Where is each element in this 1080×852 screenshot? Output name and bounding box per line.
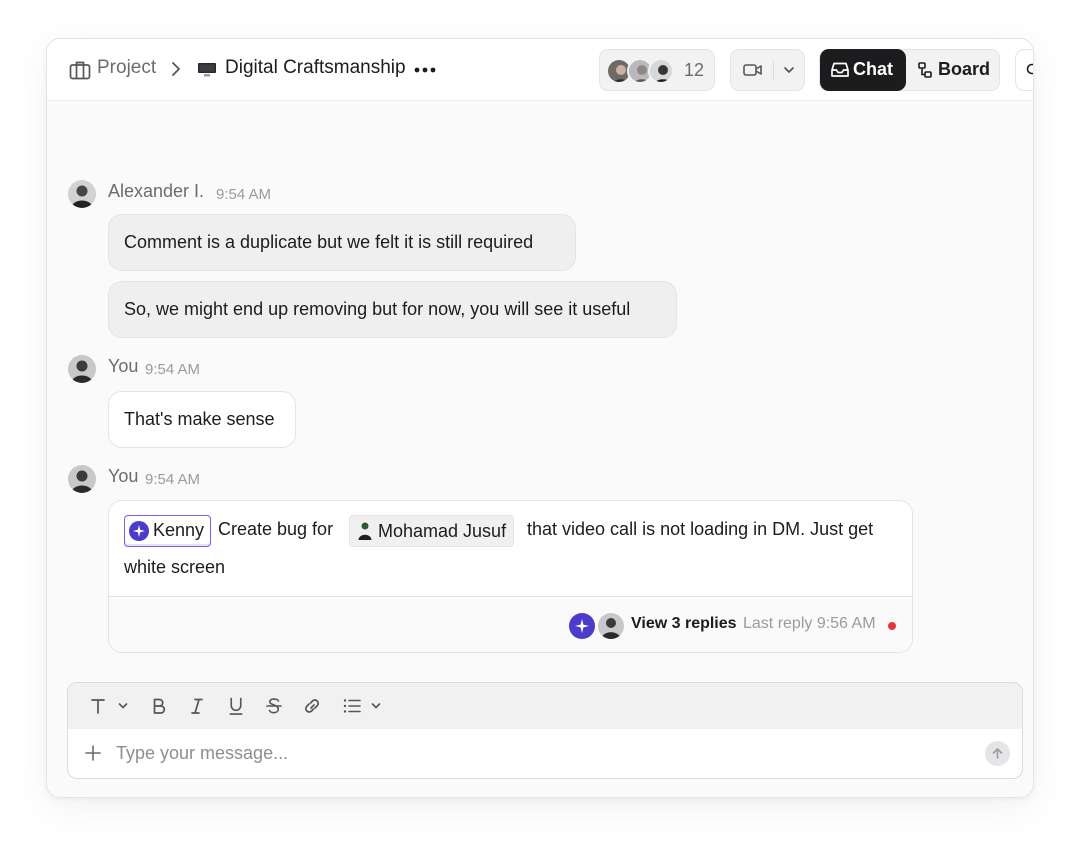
chat-window: Project Digital Craftsmanship 12 Chat Bo… <box>46 38 1034 798</box>
italic-icon[interactable] <box>190 696 204 716</box>
bold-icon[interactable] <box>152 696 166 716</box>
chevron-down-icon[interactable] <box>371 702 381 710</box>
chevron-down-icon[interactable] <box>783 66 795 75</box>
message-author[interactable]: Alexander I. <box>108 181 204 202</box>
message-text-segment: that video call is not loading in DM. Ju… <box>527 519 874 539</box>
format-toolbar <box>68 683 1022 729</box>
avatar <box>68 180 96 208</box>
message-composer <box>67 682 1023 779</box>
text-style-icon[interactable] <box>91 696 105 716</box>
mention-user[interactable]: Mohamad Jusuf <box>349 515 515 547</box>
message-bubble: So, we might end up removing but for now… <box>108 281 677 338</box>
avatar <box>68 355 96 383</box>
search-icon <box>1026 63 1033 75</box>
sparkle-icon <box>129 521 149 541</box>
message-text: Kenny Create bug for Mohamad Jusuf that … <box>124 515 904 547</box>
arrow-up-icon <box>992 748 1003 759</box>
members-button[interactable]: 12 <box>599 49 715 91</box>
message-bubble: Comment is a duplicate but we felt it is… <box>108 214 576 271</box>
last-reply-time: Last reply 9:56 AM <box>743 615 876 632</box>
underline-icon[interactable] <box>228 696 244 716</box>
message-author[interactable]: You <box>108 356 138 377</box>
link-icon[interactable] <box>303 696 321 716</box>
view-replies-link[interactable]: View 3 replies <box>631 615 737 633</box>
message-time: 9:54 AM <box>216 186 272 203</box>
message-bubble: That's make sense <box>108 391 296 448</box>
briefcase-icon <box>69 61 91 80</box>
mention-user-label: Mohamad Jusuf <box>378 521 507 541</box>
members-count: 12 <box>684 60 705 80</box>
chevron-down-icon[interactable] <box>118 702 128 710</box>
view-toggle: Chat Board <box>819 49 1000 91</box>
tab-chat-label: Chat <box>853 59 893 79</box>
mention-bot-label: Kenny <box>153 520 205 540</box>
unread-indicator <box>888 622 896 630</box>
bot-avatar <box>569 613 595 639</box>
video-call-button[interactable] <box>730 49 805 91</box>
divider <box>773 61 774 80</box>
breadcrumb-project[interactable]: Project <box>97 57 156 79</box>
monitor-icon <box>198 63 216 77</box>
tab-board-label: Board <box>938 59 991 79</box>
message-input[interactable] <box>116 735 976 771</box>
search-button[interactable] <box>1015 49 1033 91</box>
avatar <box>68 465 96 493</box>
mention-bot[interactable]: Kenny <box>124 515 212 547</box>
avatar <box>598 613 624 639</box>
list-icon[interactable] <box>343 696 361 716</box>
message-author[interactable]: You <box>108 466 138 487</box>
inbox-icon <box>831 62 849 77</box>
message-card: Kenny Create bug for Mohamad Jusuf that … <box>108 500 913 653</box>
user-icon <box>358 522 372 540</box>
tab-chat[interactable]: Chat <box>820 49 906 91</box>
tab-board[interactable]: Board <box>906 50 1001 90</box>
message-time: 9:54 AM <box>145 361 201 378</box>
page-title: Digital Craftsmanship <box>225 57 406 78</box>
board-icon <box>918 62 932 78</box>
member-avatar <box>648 58 674 84</box>
chevron-right-icon <box>172 62 180 76</box>
message-text-segment: white screen <box>124 557 226 577</box>
send-button[interactable] <box>985 741 1010 766</box>
strikethrough-icon[interactable] <box>266 696 282 716</box>
plus-icon[interactable] <box>85 745 101 761</box>
thread-footer: View 3 replies Last reply 9:56 AM <box>109 596 912 652</box>
more-options-icon[interactable] <box>413 63 437 77</box>
header-bar: Project Digital Craftsmanship 12 Chat Bo… <box>47 39 1033 101</box>
video-camera-icon <box>743 64 762 76</box>
message-text-segment: Create bug for <box>218 519 334 539</box>
message-time: 9:54 AM <box>145 471 201 488</box>
